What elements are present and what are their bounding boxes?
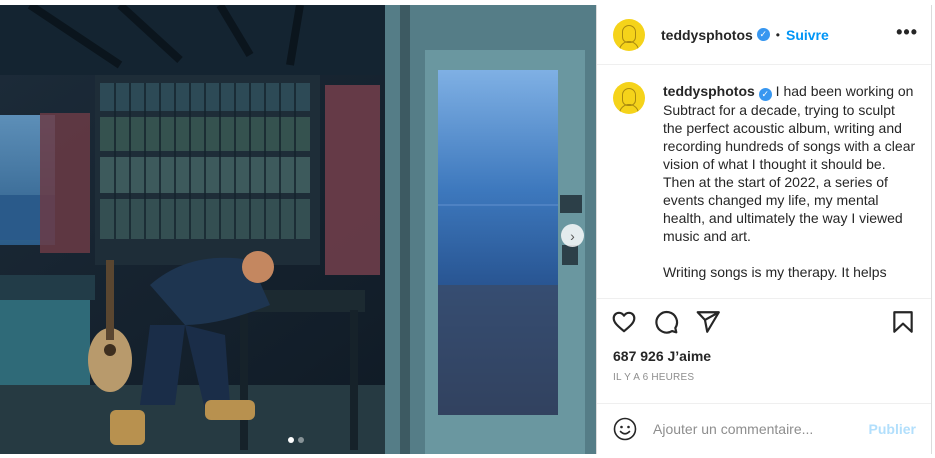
publish-button[interactable]: Publier [869, 421, 916, 437]
comment-icon[interactable] [653, 309, 679, 335]
post-timestamp[interactable]: IL Y A 6 HEURES [613, 372, 694, 383]
caption-avatar[interactable] [613, 82, 645, 114]
avatar-body [619, 40, 639, 51]
bookmark-icon[interactable] [890, 309, 916, 335]
post-media[interactable]: › [0, 5, 596, 454]
avatar-face [622, 24, 636, 43]
panel-right-border [931, 5, 932, 454]
post-photo [0, 5, 596, 454]
next-slide-button[interactable]: › [561, 224, 584, 247]
instagram-post: › teddysphotos ✓ • Suivre ••• teddysphot… [0, 0, 935, 458]
action-icons [611, 309, 721, 335]
verified-badge-icon: ✓ [758, 87, 772, 101]
slide-dot [298, 437, 304, 443]
follow-button[interactable]: Suivre [786, 27, 829, 43]
smiley-icon[interactable] [613, 417, 637, 441]
comment-input[interactable] [653, 421, 858, 437]
caption-text: teddysphotos ✓ I had been working on Subt… [663, 82, 916, 298]
caption-paragraph-1: I had been working on Subtract for a dec… [663, 83, 916, 244]
more-options-icon[interactable]: ••• [896, 22, 918, 43]
caption-paragraph-2: Writing songs is my therapy. It helps [663, 263, 887, 280]
slide-indicator [288, 437, 304, 443]
slide-dot-active [288, 437, 294, 443]
post-side-panel: teddysphotos ✓ • Suivre ••• teddysphotos… [596, 5, 932, 454]
avatar-body [619, 104, 639, 114]
header-username[interactable]: teddysphotos [661, 27, 753, 43]
heart-icon[interactable] [611, 309, 637, 335]
caption: teddysphotos ✓ I had been working on Subt… [597, 66, 932, 298]
likes-count[interactable]: 687 926 J’aime [613, 348, 711, 364]
header-separator: • [775, 27, 780, 42]
verified-badge-icon: ✓ [756, 28, 770, 41]
avatar[interactable] [613, 18, 645, 51]
comment-box: Publier [597, 403, 932, 454]
caption-username[interactable]: teddysphotos [663, 83, 755, 99]
chevron-right-icon: › [570, 227, 575, 244]
post-header: teddysphotos ✓ • Suivre ••• [597, 5, 932, 65]
share-icon[interactable] [695, 309, 721, 335]
